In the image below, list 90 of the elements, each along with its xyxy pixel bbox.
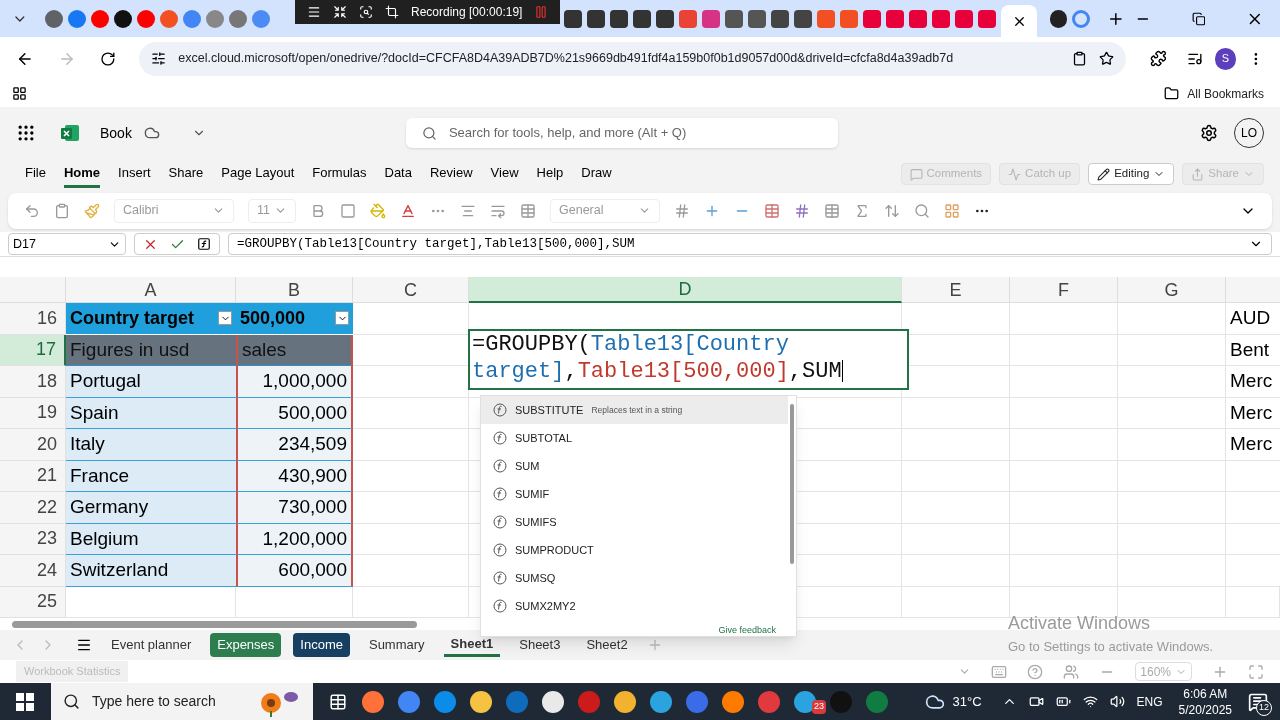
- menu-tab[interactable]: Formulas: [312, 160, 367, 188]
- row-header[interactable]: 18: [0, 366, 66, 398]
- function-description: Replaces text in a string: [591, 403, 683, 417]
- menu-tab[interactable]: View: [490, 160, 519, 188]
- header-text: Country target: [70, 306, 194, 330]
- column-header[interactable]: D: [469, 277, 902, 303]
- activation-title: Activate Windows: [1008, 612, 1152, 635]
- feedback-link[interactable]: Give feedback: [718, 624, 776, 638]
- table-cell: 1,000,000: [236, 366, 353, 398]
- file-name[interactable]: Book: [100, 122, 132, 144]
- table-cell: AUD: [1226, 303, 1280, 335]
- table-cell: 430,900: [236, 460, 353, 492]
- menu-tab[interactable]: Data: [384, 160, 412, 188]
- function-name: SUBTOTAL: [515, 430, 573, 446]
- autocomplete-item[interactable]: SUMPRODUCT: [481, 536, 788, 564]
- autocomplete-item[interactable]: SUBTOTAL: [481, 424, 788, 452]
- row-header[interactable]: 25: [0, 586, 66, 618]
- table-cell: 500,000: [236, 397, 353, 429]
- activation-subtitle: Go to Settings to activate Windows.: [1008, 638, 1214, 656]
- table-cell: Switzerland: [66, 555, 236, 587]
- formula-field[interactable]: =GROUPBY(Table13[Country target],Table13[500,000],SUM: [228, 233, 1272, 255]
- header-button[interactable]: Editing: [1088, 163, 1175, 185]
- table-cell: 600,000: [236, 555, 353, 587]
- autocomplete-item[interactable]: SUMIFS: [481, 508, 788, 536]
- menu-tab[interactable]: Review: [429, 160, 473, 188]
- row-header[interactable]: 17: [0, 334, 66, 366]
- table-cell: sales: [236, 334, 353, 366]
- function-name: SUMPRODUCT: [515, 542, 594, 558]
- notification-count: 12: [1256, 700, 1272, 716]
- menu-tab[interactable]: Insert: [118, 160, 151, 188]
- clock-time[interactable]: 6:06 AM: [1183, 685, 1228, 702]
- autocomplete-item[interactable]: SUMSQ: [481, 564, 788, 592]
- table-cell: Italy: [66, 429, 236, 461]
- function-name: SUMX2MY2: [515, 598, 576, 614]
- language-indicator[interactable]: ENG: [1136, 692, 1163, 711]
- sheet-tab[interactable]: Summary: [361, 633, 432, 657]
- search-placeholder: Search for tools, help, and more (Alt + Q): [448, 124, 687, 143]
- row-header[interactable]: 24: [0, 555, 66, 587]
- temperature: 31°C: [952, 692, 982, 711]
- recording-status: Recording [00:00:19]: [411, 4, 523, 21]
- menu-tab[interactable]: Page Layout: [221, 160, 295, 188]
- taskbar-search-field[interactable]: Type here to search: [51, 683, 313, 720]
- sheet-tab[interactable]: Income: [293, 633, 350, 657]
- table-cell: Portugal: [66, 366, 236, 398]
- table-cell: Figures in usd: [66, 334, 236, 366]
- row-header[interactable]: 19: [0, 397, 66, 429]
- function-name: SUMIFS: [515, 514, 557, 530]
- formula-text: =GROUPBY(Table13[Country target],Table13[500,000],SUM: [237, 235, 636, 253]
- function-name: SUM: [515, 458, 540, 474]
- autocomplete-item[interactable]: SUMX2MY2: [481, 592, 788, 620]
- table-cell: Spain: [66, 397, 236, 429]
- table-cell: France: [66, 460, 236, 492]
- sheet-tab[interactable]: Sheet3: [512, 633, 568, 657]
- sheet-tab[interactable]: Expenses: [210, 633, 282, 657]
- sheet-tab[interactable]: Event planner: [104, 633, 199, 657]
- autocomplete-item[interactable]: SUM: [481, 452, 788, 480]
- function-name: SUBSTITUTE: [515, 402, 584, 418]
- table-cell: 1,200,000: [236, 523, 353, 555]
- bookmark-link[interactable]: All Bookmarks: [1187, 84, 1264, 103]
- search-field[interactable]: Search for tools, help, and more (Alt + Q): [405, 118, 838, 148]
- search-placeholder: Type here to search: [92, 692, 217, 711]
- name-box[interactable]: D17: [8, 233, 126, 255]
- menu-tab[interactable]: Draw: [581, 160, 612, 188]
- table-cell: 234,509: [236, 429, 353, 461]
- row-header[interactable]: 23: [0, 523, 66, 555]
- row-header[interactable]: 16: [0, 303, 66, 335]
- autocomplete-item[interactable]: SUBSTITUTE Replaces text in a string: [481, 396, 788, 424]
- sheet-tab[interactable]: Sheet1: [443, 633, 501, 657]
- notification-badge: 23: [812, 700, 826, 714]
- clock-date[interactable]: 5/20/2025: [1178, 701, 1232, 718]
- table-cell: Merc: [1226, 366, 1280, 398]
- profile-avatar[interactable]: S: [1214, 47, 1237, 70]
- address-field[interactable]: excel.cloud.microsoft/open/onedrive/?docId=CFCFA8D4A39ADB7D%21s9669db491fdf4a159b0f0b1d9057d00d&driveId=cfcfa8d4a39adb7d: [139, 41, 1126, 76]
- autocomplete-item[interactable]: SUMIF: [481, 480, 788, 508]
- menu-tab[interactable]: File: [25, 160, 46, 188]
- table-cell: 730,000: [236, 492, 353, 524]
- header-text: 500,000: [240, 306, 306, 330]
- cell-editor[interactable]: =GROUPBY(Table13[Country target],Table13[500,000],SUM: [468, 329, 909, 390]
- table-cell: Germany: [66, 492, 236, 524]
- row-header[interactable]: 22: [0, 492, 66, 524]
- table-cell: Merc: [1226, 429, 1280, 461]
- sheet-tab[interactable]: Sheet2: [579, 633, 635, 657]
- table-cell: Belgium: [66, 523, 236, 555]
- url-text: excel.cloud.microsoft/open/onedrive/?docId=CFCFA8D4A39ADB7D%21s9669db491fdf4a159b0f0b1d9057d00d&driveId=cfcfa8d4a39adb7d: [178, 50, 955, 68]
- row-header[interactable]: 21: [0, 460, 66, 492]
- menu-tab[interactable]: Help: [536, 160, 564, 188]
- row-header[interactable]: 20: [0, 429, 66, 461]
- function-name: SUMIF: [515, 486, 550, 502]
- menu-tab[interactable]: Share: [168, 160, 204, 188]
- function-name: SUMSQ: [515, 570, 556, 586]
